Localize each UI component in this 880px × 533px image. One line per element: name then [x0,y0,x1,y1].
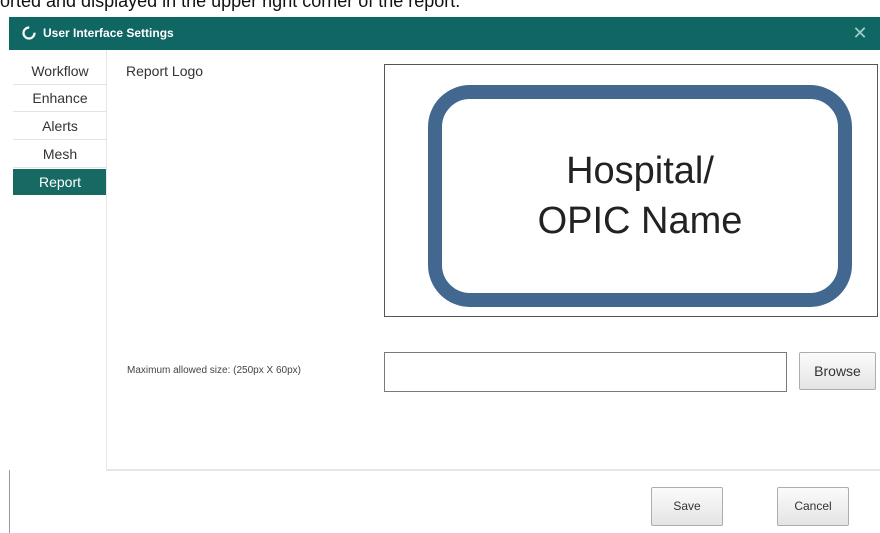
logo-text-line-1: Hospital/ [566,150,714,192]
logo-file-path-input[interactable] [384,352,787,392]
dialog-title: User Interface Settings [43,26,174,40]
logo-text-line-2: OPIC Name [537,200,743,242]
sidebar-item-alerts[interactable]: Alerts [13,113,107,140]
save-button[interactable]: Save [651,487,723,526]
sidebar-item-workflow[interactable]: Workflow [13,58,107,85]
browse-button[interactable]: Browse [799,352,876,390]
close-icon[interactable]: ✕ [848,21,872,45]
settings-dialog: User Interface Settings ✕ Workflow Enhan… [9,17,880,533]
sidebar-item-mesh[interactable]: Mesh [13,141,107,168]
cancel-button[interactable]: Cancel [777,487,849,526]
settings-sidebar: Workflow Enhance Alerts Mesh Report [9,50,107,470]
app-logo-icon [22,26,36,40]
report-logo-label: Report Logo [126,63,204,79]
logo-image: Hospital/ OPIC Name [428,85,852,307]
sidebar-item-enhance[interactable]: Enhance [13,85,107,112]
content-divider [106,50,107,471]
sidebar-item-report[interactable]: Report [13,169,107,195]
size-hint-label: Maximum allowed size: (250px X 60px) [127,365,301,376]
content-bottom-border [106,469,880,471]
logo-preview: Hospital/ OPIC Name [384,64,878,317]
page-caption-text: orted and displayed in the upper right c… [0,0,461,11]
title-bar[interactable]: User Interface Settings ✕ [9,17,880,50]
